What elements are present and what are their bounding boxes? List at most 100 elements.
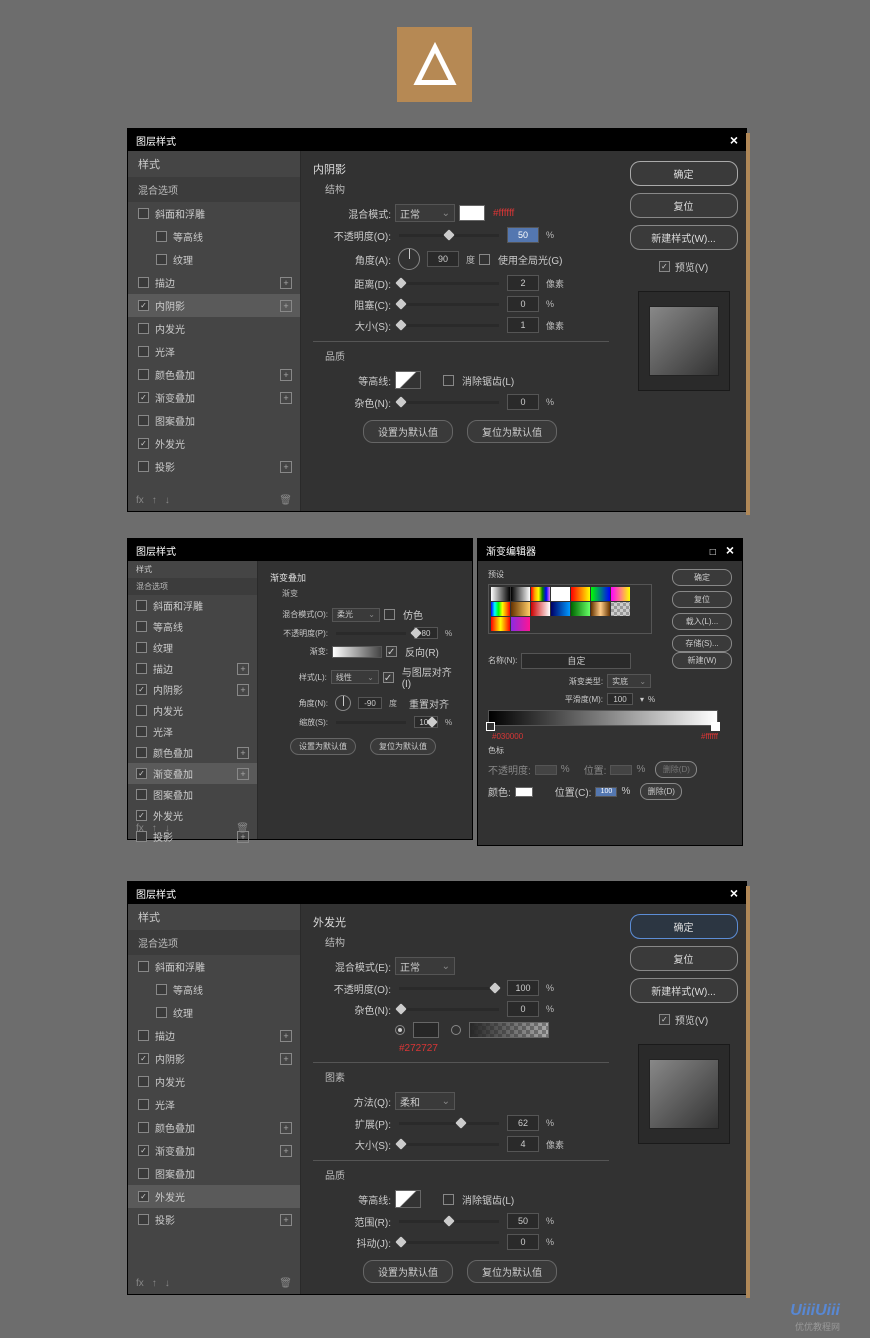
- contour-picker[interactable]: [395, 1190, 421, 1208]
- ok-button[interactable]: 确定: [672, 569, 732, 586]
- reset-button[interactable]: 复位: [672, 591, 732, 608]
- ok-button[interactable]: 确定: [630, 914, 738, 939]
- gradient-type-dropdown[interactable]: 实底: [607, 674, 651, 688]
- size-slider[interactable]: [399, 1143, 499, 1146]
- gradient-bar[interactable]: [488, 710, 718, 726]
- down-icon[interactable]: ↓: [165, 495, 170, 506]
- distance-input[interactable]: 2: [507, 275, 539, 291]
- gradient-name-input[interactable]: 自定: [521, 653, 631, 669]
- preset-swatch[interactable]: [511, 602, 530, 616]
- stop-color-swatch[interactable]: [515, 787, 533, 797]
- fx-menu-icon[interactable]: fx: [136, 495, 144, 506]
- scale-slider[interactable]: [336, 721, 406, 724]
- preset-swatch[interactable]: [511, 617, 530, 631]
- close-icon[interactable]: ×: [730, 885, 738, 901]
- new-style-button[interactable]: 新建样式(W)...: [630, 978, 738, 1003]
- new-button[interactable]: 新建(W): [672, 652, 732, 669]
- gradient-radio[interactable]: [451, 1025, 461, 1035]
- add-effect-icon[interactable]: +: [280, 369, 292, 381]
- choke-slider[interactable]: [399, 303, 499, 306]
- angle-dial[interactable]: [335, 695, 351, 711]
- preset-swatch[interactable]: [571, 587, 590, 601]
- choke-input[interactable]: 0: [507, 296, 539, 312]
- range-slider[interactable]: [399, 1220, 499, 1223]
- shadow-color-swatch[interactable]: [459, 205, 485, 221]
- solid-color-radio[interactable]: [395, 1025, 405, 1035]
- add-effect-icon[interactable]: +: [280, 392, 292, 404]
- anti-alias-checkbox[interactable]: [443, 1194, 454, 1205]
- size-input[interactable]: 1: [507, 317, 539, 333]
- opacity-slider[interactable]: [399, 987, 499, 990]
- load-button[interactable]: 载入(L)...: [672, 613, 732, 630]
- distance-slider[interactable]: [399, 282, 499, 285]
- close-icon[interactable]: ×: [726, 542, 734, 558]
- preset-swatch[interactable]: [531, 587, 550, 601]
- glow-gradient-picker[interactable]: [469, 1022, 549, 1038]
- add-effect-icon[interactable]: +: [280, 461, 292, 473]
- save-button[interactable]: 存储(S)...: [672, 635, 732, 652]
- noise-slider[interactable]: [399, 401, 499, 404]
- add-effect-icon[interactable]: +: [280, 277, 292, 289]
- preset-swatch[interactable]: [511, 587, 530, 601]
- preset-swatch[interactable]: [611, 602, 630, 616]
- reset-default-button[interactable]: 复位为默认值: [467, 420, 557, 443]
- style-texture[interactable]: 纹理: [128, 248, 300, 271]
- size-slider[interactable]: [399, 324, 499, 327]
- grad-style-dropdown[interactable]: 线性: [331, 670, 379, 684]
- style-inner-glow[interactable]: 内发光: [128, 317, 300, 340]
- technique-dropdown[interactable]: 柔和: [395, 1092, 455, 1110]
- glow-color-swatch[interactable]: [413, 1022, 439, 1038]
- preset-swatch[interactable]: [531, 602, 550, 616]
- noise-input[interactable]: 0: [507, 394, 539, 410]
- trash-icon[interactable]: 🗑: [279, 1278, 292, 1289]
- style-pattern-overlay[interactable]: 图案叠加: [128, 409, 300, 432]
- opacity-input[interactable]: 50: [507, 227, 539, 243]
- style-gradient-overlay[interactable]: 渐变叠加+: [128, 386, 300, 409]
- maximize-icon[interactable]: □: [710, 547, 716, 558]
- opacity-slider[interactable]: [336, 632, 406, 635]
- style-inner-shadow[interactable]: 内阴影+: [128, 294, 300, 317]
- dither-checkbox[interactable]: [384, 609, 395, 620]
- style-satin[interactable]: 光泽: [128, 340, 300, 363]
- reset-button[interactable]: 复位: [630, 193, 738, 218]
- preset-swatch[interactable]: [571, 602, 590, 616]
- anti-alias-checkbox[interactable]: [443, 375, 454, 386]
- set-default-button[interactable]: 设置为默认值: [363, 420, 453, 443]
- up-icon[interactable]: ↑: [152, 495, 157, 506]
- new-style-button[interactable]: 新建样式(W)...: [630, 225, 738, 250]
- preset-swatch[interactable]: [491, 587, 510, 601]
- style-contour[interactable]: 等高线: [128, 225, 300, 248]
- style-drop-shadow[interactable]: 投影+: [128, 455, 300, 478]
- blend-mode-dropdown[interactable]: 柔光: [332, 608, 380, 622]
- preview-checkbox[interactable]: 预览(V): [659, 1012, 708, 1027]
- preset-swatch[interactable]: [591, 602, 610, 616]
- jitter-slider[interactable]: [399, 1241, 499, 1244]
- align-checkbox[interactable]: ✓: [383, 672, 394, 683]
- contour-picker[interactable]: [395, 371, 421, 389]
- gradient-picker[interactable]: [332, 646, 382, 658]
- preset-swatch[interactable]: [591, 587, 610, 601]
- trash-icon[interactable]: 🗑: [236, 823, 249, 834]
- preset-swatch[interactable]: [611, 587, 630, 601]
- preset-swatch[interactable]: [551, 587, 570, 601]
- blend-mode-dropdown[interactable]: 正常: [395, 957, 455, 975]
- trash-icon[interactable]: 🗑: [279, 495, 292, 506]
- style-bevel[interactable]: 斜面和浮雕: [128, 202, 300, 225]
- angle-input[interactable]: 90: [427, 251, 459, 267]
- reverse-checkbox[interactable]: ✓: [386, 646, 397, 657]
- delete-stop-button[interactable]: 删除(D): [640, 783, 682, 800]
- reset-button[interactable]: 复位: [630, 946, 738, 971]
- style-stroke[interactable]: 描边+: [128, 271, 300, 294]
- preset-swatch[interactable]: [491, 602, 510, 616]
- angle-dial[interactable]: [398, 248, 420, 270]
- style-color-overlay[interactable]: 颜色叠加+: [128, 363, 300, 386]
- noise-slider[interactable]: [399, 1008, 499, 1011]
- style-outer-glow[interactable]: 外发光: [128, 432, 300, 455]
- global-light-checkbox[interactable]: [479, 254, 490, 265]
- preset-swatch[interactable]: [551, 602, 570, 616]
- spread-slider[interactable]: [399, 1122, 499, 1125]
- preview-checkbox[interactable]: 预览(V): [659, 259, 708, 274]
- opacity-slider[interactable]: [399, 234, 499, 237]
- blend-mode-dropdown[interactable]: 正常: [395, 204, 455, 222]
- ok-button[interactable]: 确定: [630, 161, 738, 186]
